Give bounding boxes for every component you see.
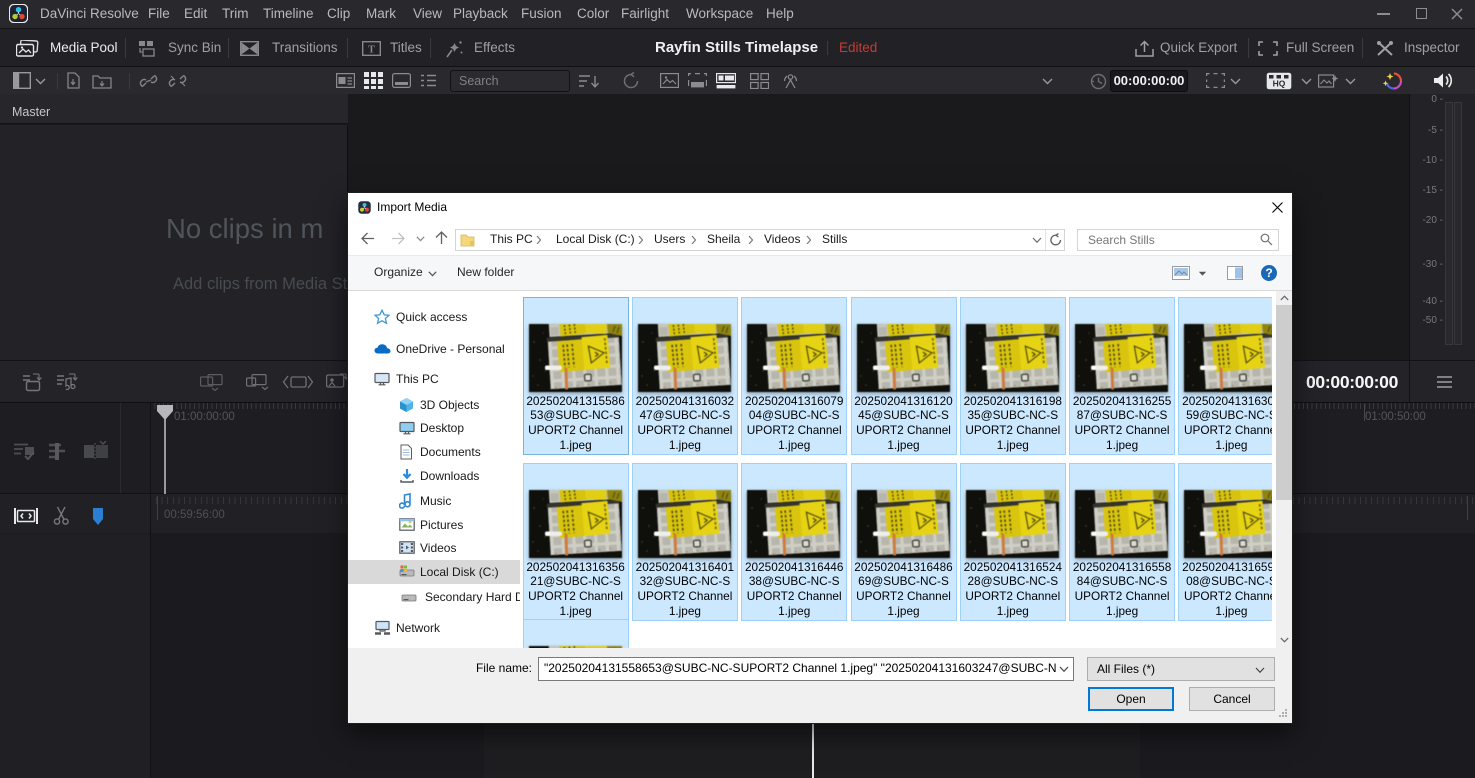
svg-text:T: T	[368, 45, 375, 56]
svg-text:HQ: HQ	[1273, 79, 1286, 89]
